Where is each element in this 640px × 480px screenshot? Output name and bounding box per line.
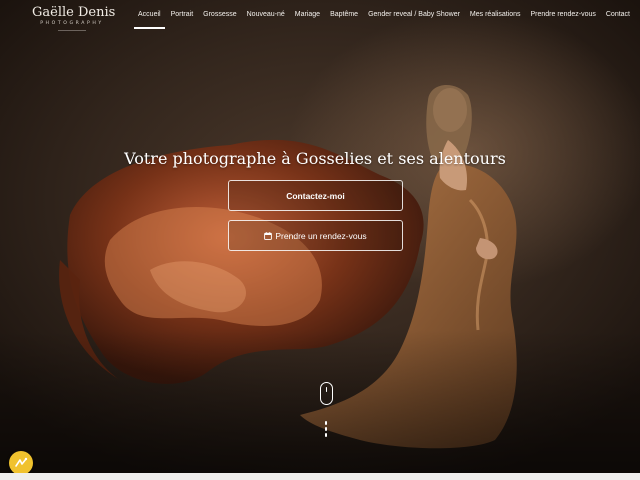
appointment-button-label: Prendre un rendez-vous [275,230,367,241]
nav-item-nouveau-ne[interactable]: Nouveau-né [247,11,285,24]
site-logo[interactable]: Gaëlle Denis PHOTOGRAPHY [32,5,116,31]
nav-item-bapteme[interactable]: Baptême [330,11,358,24]
hero-title: Votre photographe à Gosselies et ses ale… [124,149,506,168]
nav-item-contact[interactable]: Contact [606,11,630,24]
logo-name: Gaëlle Denis [32,5,116,20]
nav-item-portrait[interactable]: Portrait [171,11,194,24]
contact-button-label: Contactez-moi [286,190,345,201]
logo-subtitle: PHOTOGRAPHY [40,21,104,26]
nav-item-mes-realisations[interactable]: Mes réalisations [470,11,521,24]
nav-item-prendre-rendez-vous[interactable]: Prendre rendez-vous [531,11,596,24]
appointment-button[interactable]: Prendre un rendez-vous [228,220,403,251]
nav-item-grossesse[interactable]: Grossesse [203,11,236,24]
nav-item-accueil[interactable]: Accueil [134,11,165,29]
contact-button[interactable]: Contactez-moi [228,180,403,211]
accessibility-badge-icon [15,457,28,467]
scroll-mouse-icon[interactable] [320,382,333,405]
nav-item-mariage[interactable]: Mariage [295,11,320,24]
nav-item-gender-reveal[interactable]: Gender reveal / Baby Shower [368,11,460,24]
scroll-indicator [325,421,328,439]
logo-divider [58,30,86,31]
accessibility-badge[interactable] [9,451,33,473]
calendar-icon [264,231,273,240]
hero-section: Gaëlle Denis PHOTOGRAPHY Accueil Portrai… [0,0,640,473]
main-nav: Accueil Portrait Grossesse Nouveau-né Ma… [128,11,630,29]
page-bottom-strip [0,473,640,480]
